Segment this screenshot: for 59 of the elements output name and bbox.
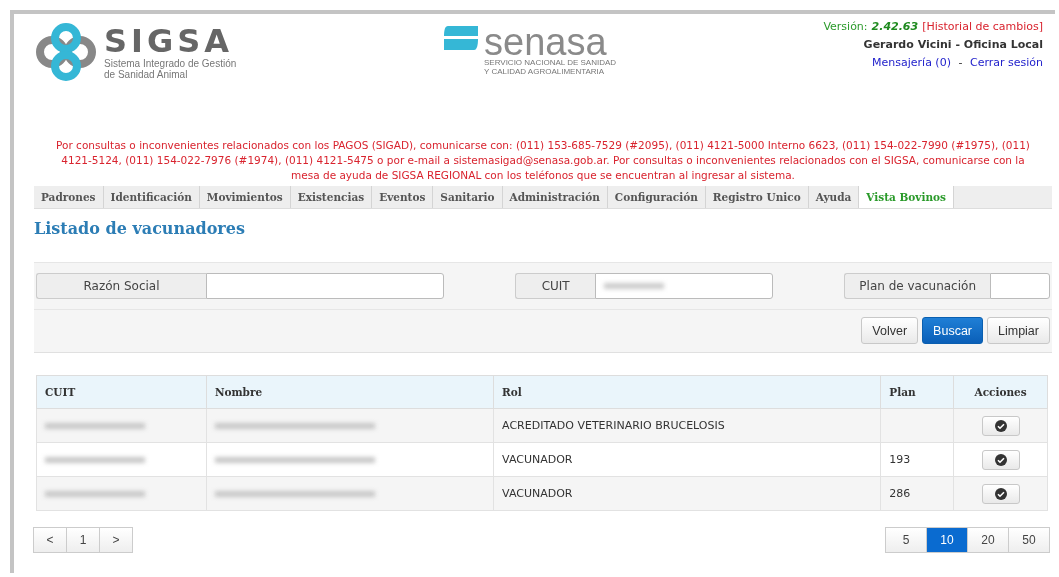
page-size-button[interactable]: 5 (885, 527, 927, 553)
check-circle-icon (994, 487, 1007, 500)
menu-item[interactable]: Administración (502, 186, 608, 208)
table-cell: VACUNADOR (502, 487, 573, 500)
column-header: Nombre (206, 375, 494, 409)
menu-item[interactable]: Existencias (290, 186, 373, 208)
input-field[interactable] (990, 273, 1050, 299)
logo-subtitle: Y CALIDAD AGROALIMENTARIA (484, 67, 606, 77)
page-size-button[interactable]: 10 (926, 527, 968, 553)
changelog-link[interactable]: [Historial de cambios] (922, 20, 1043, 33)
menu-item[interactable]: Configuración (607, 186, 706, 208)
column-header: Plan (880, 375, 954, 409)
select-button[interactable] (981, 483, 1020, 504)
logo-name: senasa (484, 26, 607, 58)
action-button[interactable]: Volver (861, 317, 919, 344)
select-button[interactable] (981, 449, 1020, 470)
logout-link[interactable]: Cerrar sesión (969, 56, 1043, 69)
logo-subtitle: de Sanidad Animal (104, 69, 189, 81)
logo-subtitle: SERVICIO NACIONAL DE SANIDAD (484, 58, 617, 68)
senasa-logo-icon (444, 26, 478, 50)
column-header: CUIT (36, 375, 207, 409)
user-name: Gerardo Vicini - Oficina Local (863, 38, 1043, 51)
field-label: Razón Social (36, 273, 206, 299)
action-button[interactable]: Limpiar (987, 317, 1050, 344)
menu-item[interactable]: Sanitario (433, 186, 503, 208)
select-button[interactable] (981, 415, 1020, 436)
menu-item[interactable]: Padrones (34, 186, 104, 208)
menu-item[interactable]: Eventos (372, 186, 434, 208)
field-label: Plan de vacunación (844, 273, 990, 299)
menu-item[interactable]: Identificación (103, 186, 200, 208)
check-circle-icon (994, 419, 1007, 432)
input-field[interactable] (595, 273, 774, 299)
logo-subtitle: Sistema Integrado de Gestión (104, 57, 237, 69)
table-cell: VACUNADOR (502, 453, 573, 466)
page-size-button[interactable]: 20 (967, 527, 1009, 553)
table-cell: 193 (889, 453, 911, 466)
previous-page-button[interactable]: < (33, 527, 67, 553)
next-page-button[interactable]: > (99, 527, 133, 553)
column-header: Acciones (953, 375, 1048, 409)
messages-link[interactable]: Mensajería (0) (872, 56, 951, 69)
page-size-button[interactable]: 50 (1008, 527, 1050, 553)
version-number: 2.42.63 (871, 20, 919, 33)
version-label: Versión: (823, 20, 868, 33)
input-field[interactable] (206, 273, 444, 299)
logo-name: SIGSA (104, 23, 234, 58)
separator: - (957, 56, 964, 69)
table-cell: ACREDITADO VETERINARIO BRUCELOSIS (502, 419, 725, 432)
field-label: CUIT (515, 273, 596, 299)
page-title: Listado de vacunadores (34, 219, 246, 238)
table-cell: 286 (889, 487, 911, 500)
menu-item[interactable]: Movimientos (199, 186, 291, 208)
page-button[interactable]: 1 (66, 527, 100, 553)
sigsa-logo-icon (34, 22, 98, 82)
column-header: Rol (493, 375, 881, 409)
menu-item[interactable]: Vista Bovinos (859, 186, 954, 208)
search-button[interactable]: Buscar (922, 317, 983, 344)
contact-notice: Por consultas o inconvenientes relacionados con los PAGOS (SIGAD), comunicarse con: (011) 153-685-7529 (#2095), (011) 4121-5000 Interno 6623, (011) 154-022-7990 (#1975), (011) 4121-5124, (011) 154-022-7976 (#1974), (011) 4121-5475 o por e-mail a sistemasigad@senasa.gob.ar. Por consultas o inconvenientes relacionados con el SIGSA, comunicarse con la mesa de ayuda de SIGSA REGIONAL con los teléfonos que se encuentran al ingresar al sistema. (55, 138, 1031, 183)
check-circle-icon (994, 453, 1007, 466)
menu-item[interactable]: Registro Unico (705, 186, 809, 208)
